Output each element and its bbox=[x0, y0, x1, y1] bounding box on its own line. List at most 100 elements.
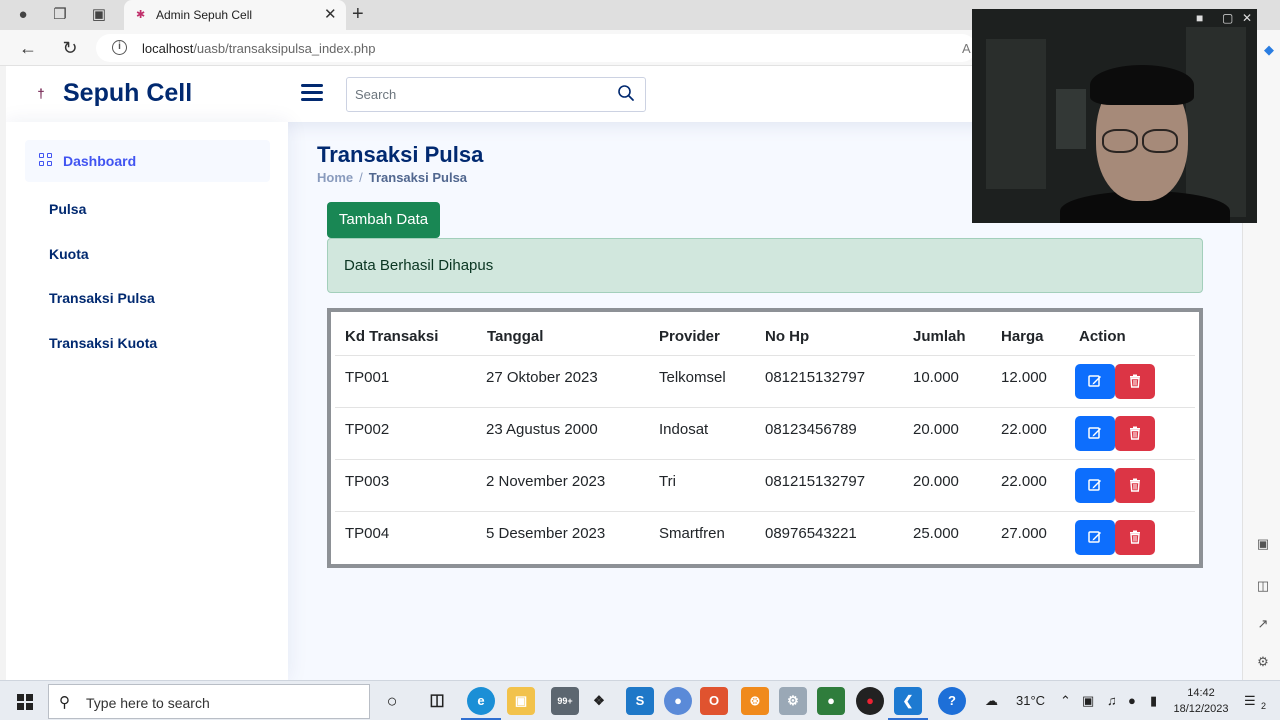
webcam-minimize-icon[interactable]: ■ bbox=[1196, 11, 1203, 25]
breadcrumb-current: Transaksi Pulsa bbox=[368, 170, 468, 185]
sidebar-item-dashboard[interactable]: Dashboard bbox=[25, 140, 270, 182]
edit-button[interactable] bbox=[1075, 468, 1115, 503]
back-arrow-icon[interactable]: ← bbox=[17, 37, 39, 59]
profile-icon[interactable]: ● bbox=[12, 4, 34, 26]
cell-provider: Telkomsel bbox=[659, 369, 726, 386]
tab-actions-icon[interactable]: ▣ bbox=[88, 4, 110, 26]
edge-browser-icon[interactable]: e bbox=[467, 687, 495, 715]
cell-kd-transaksi: TP003 bbox=[345, 473, 390, 490]
webcam-close-icon[interactable]: ✕ bbox=[1242, 11, 1252, 25]
dropbox-icon[interactable]: ❖ bbox=[585, 687, 613, 715]
brand-name[interactable]: Sepuh Cell bbox=[63, 79, 192, 108]
volume-icon[interactable]: ♫ bbox=[1107, 693, 1117, 708]
column-header: Jumlah bbox=[913, 328, 966, 345]
breadcrumb-separator: / bbox=[359, 170, 363, 185]
weather-icon[interactable]: ☁ bbox=[985, 693, 998, 709]
column-header: Harga bbox=[1001, 328, 1044, 345]
webcam-resize-icon[interactable]: ▢ bbox=[1222, 11, 1233, 25]
cell-tanggal: 23 Agustus 2000 bbox=[486, 421, 598, 438]
search-input[interactable] bbox=[347, 78, 609, 111]
url-path: /uasb/transaksipulsa_index.php bbox=[193, 41, 376, 56]
table-row: TP003 2 November 2023 Tri 081215132797 2… bbox=[335, 460, 1195, 512]
app-s-icon[interactable]: S bbox=[626, 687, 654, 715]
delete-button[interactable] bbox=[1115, 468, 1155, 503]
favicon-icon: ✱ bbox=[136, 9, 146, 21]
cell-no-hp: 08123456789 bbox=[765, 421, 857, 438]
taskbar-search[interactable]: ⚲ Type here to search bbox=[48, 684, 370, 719]
new-tab-icon[interactable]: + bbox=[352, 3, 364, 26]
cell-kd-transaksi: TP004 bbox=[345, 525, 390, 542]
delete-button[interactable] bbox=[1115, 416, 1155, 451]
workspaces-icon[interactable]: ❐ bbox=[49, 4, 71, 26]
edit-button[interactable] bbox=[1075, 364, 1115, 399]
search-icon[interactable] bbox=[615, 84, 637, 106]
cell-harga: 22.000 bbox=[1001, 421, 1047, 438]
edit-icon bbox=[1088, 479, 1101, 491]
column-header: Action bbox=[1079, 328, 1126, 345]
bing-icon[interactable]: ◆ bbox=[1261, 42, 1277, 58]
read-aloud-icon[interactable]: A bbox=[962, 41, 971, 56]
chevron-up-icon[interactable]: ⌃ bbox=[1060, 693, 1071, 709]
edit-button[interactable] bbox=[1075, 416, 1115, 451]
microphone-icon[interactable]: ● bbox=[1128, 693, 1136, 708]
sidebar-item-kuota[interactable]: Kuota bbox=[49, 246, 89, 262]
file-explorer-icon[interactable]: ▣ bbox=[507, 687, 535, 715]
edit-button[interactable] bbox=[1075, 520, 1115, 555]
trash-icon bbox=[1130, 374, 1140, 388]
alert-message: Data Berhasil Dihapus bbox=[344, 257, 494, 274]
search-icon: ⚲ bbox=[59, 694, 70, 711]
battery-icon[interactable]: ▮ bbox=[1150, 693, 1157, 709]
logo-icon[interactable]: † bbox=[34, 87, 48, 101]
close-tab-icon[interactable]: ✕ bbox=[324, 6, 337, 24]
sidebar-item-label: Dashboard bbox=[63, 153, 137, 169]
record-icon[interactable]: ● bbox=[856, 687, 884, 715]
delete-button[interactable] bbox=[1115, 520, 1155, 555]
breadcrumb-home[interactable]: Home bbox=[317, 170, 353, 185]
vscode-icon[interactable]: ❮ bbox=[894, 687, 922, 715]
delete-button[interactable] bbox=[1115, 364, 1155, 399]
reload-icon[interactable]: ↻ bbox=[59, 37, 81, 59]
office-icon[interactable]: O bbox=[700, 687, 728, 715]
column-header: Tanggal bbox=[487, 328, 544, 345]
cell-kd-transaksi: TP002 bbox=[345, 421, 390, 438]
windows-start-icon[interactable] bbox=[17, 694, 33, 710]
weather-temperature[interactable]: 31°C bbox=[1016, 693, 1045, 708]
open-external-icon[interactable]: ↗ bbox=[1255, 616, 1271, 632]
cell-no-hp: 08976543221 bbox=[765, 525, 857, 542]
sidebar-item-transaksi-kuota[interactable]: Transaksi Kuota bbox=[49, 335, 157, 351]
add-data-button[interactable]: Tambah Data bbox=[327, 202, 440, 238]
notification-icon[interactable]: ☰ bbox=[1244, 693, 1256, 709]
site-info-icon[interactable]: i bbox=[112, 40, 127, 55]
screenshot-icon[interactable]: ▣ bbox=[1255, 536, 1271, 552]
system-clock[interactable]: 14:42 18/12/2023 bbox=[1170, 685, 1232, 717]
xampp-icon[interactable]: ⊛ bbox=[741, 687, 769, 715]
cell-provider: Tri bbox=[659, 473, 676, 490]
cell-jumlah: 10.000 bbox=[913, 369, 959, 386]
network-tool-icon[interactable]: ⚙ bbox=[779, 687, 807, 715]
cell-jumlah: 20.000 bbox=[913, 473, 959, 490]
mongodb-icon[interactable]: ● bbox=[817, 687, 845, 715]
breadcrumb: Home / Transaksi Pulsa bbox=[317, 170, 467, 185]
help-icon[interactable]: ? bbox=[938, 687, 966, 715]
table-header: Kd Transaksi Tanggal Provider No Hp Juml… bbox=[335, 316, 1195, 356]
cortana-icon[interactable]: ○ bbox=[378, 687, 406, 715]
settings-gear-icon[interactable]: ⚙ bbox=[1255, 654, 1271, 670]
menu-toggle-icon[interactable] bbox=[301, 84, 323, 102]
table-row: TP001 27 Oktober 2023 Telkomsel 08121513… bbox=[335, 356, 1195, 408]
sidebar-item-transaksi-pulsa[interactable]: Transaksi Pulsa bbox=[49, 290, 155, 306]
trash-icon bbox=[1130, 478, 1140, 492]
split-screen-icon[interactable]: ◫ bbox=[1255, 578, 1271, 594]
store-icon[interactable]: 99+ bbox=[551, 687, 579, 715]
table-row: TP004 5 Desember 2023 Smartfren 08976543… bbox=[335, 512, 1195, 564]
url-field[interactable]: i localhost/uasb/transaksipulsa_index.ph… bbox=[96, 34, 976, 62]
network-icon[interactable]: ▣ bbox=[1082, 693, 1094, 709]
sidebar-item-pulsa[interactable]: Pulsa bbox=[49, 201, 86, 217]
notification-count: 2 bbox=[1261, 701, 1267, 711]
cell-tanggal: 27 Oktober 2023 bbox=[486, 369, 598, 386]
browser-tab-admin[interactable]: ✱ Admin Sepuh Cell ✕ bbox=[124, 0, 346, 30]
task-view-icon[interactable]: ◫ bbox=[423, 687, 451, 715]
webcam-overlay: ■ ▢ ✕ bbox=[972, 9, 1257, 223]
cell-harga: 12.000 bbox=[1001, 369, 1047, 386]
chrome-icon[interactable]: ● bbox=[664, 687, 692, 715]
taskbar-search-text: Type here to search bbox=[86, 695, 210, 711]
